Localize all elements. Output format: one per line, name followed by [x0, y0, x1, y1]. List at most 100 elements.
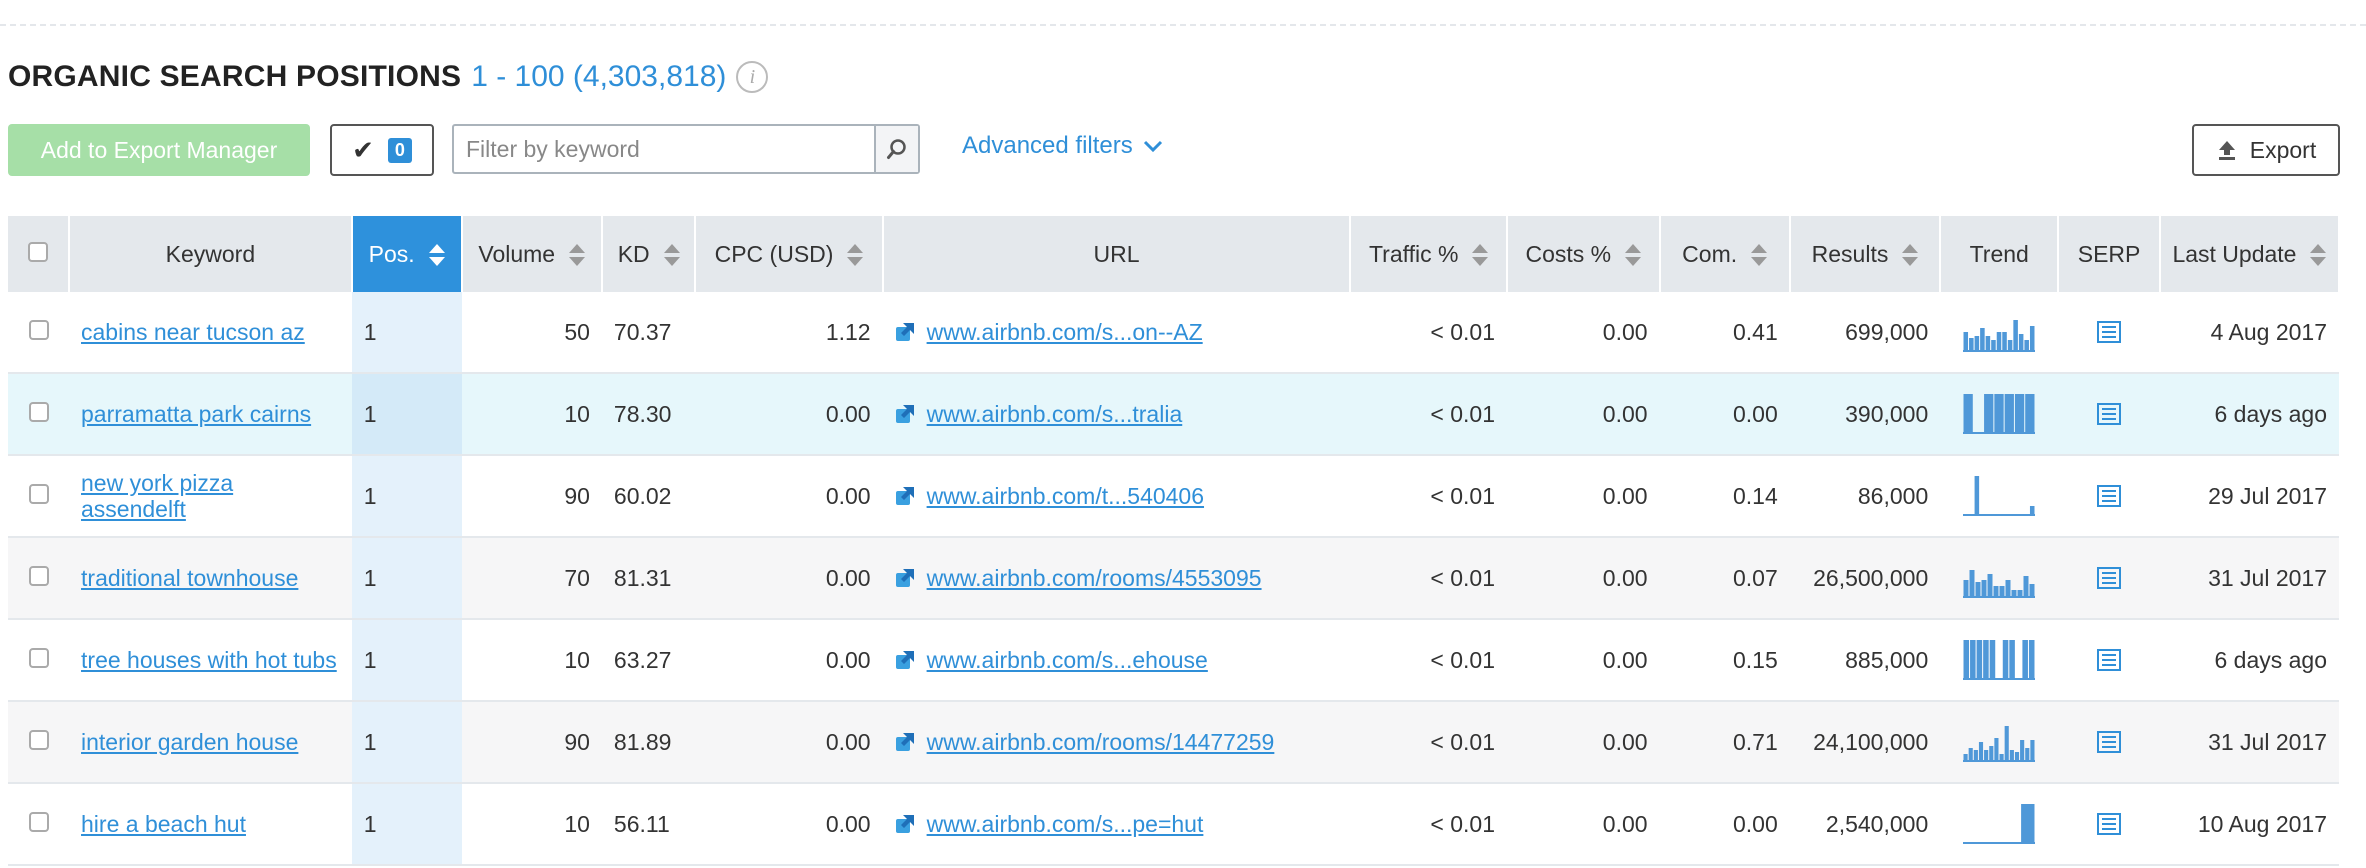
- add-to-export-manager-button[interactable]: Add to Export Manager: [8, 124, 310, 176]
- keyword-link[interactable]: tree houses with hot tubs: [81, 647, 337, 673]
- row-checkbox[interactable]: [28, 401, 49, 422]
- top-divider: [0, 24, 2366, 26]
- url-cell: www.airbnb.com/s...pe=hut: [882, 783, 1351, 866]
- sort-icon: [1902, 244, 1919, 267]
- serp-cell: [2058, 783, 2160, 866]
- trend-bar: [2015, 394, 2025, 434]
- keyword-link[interactable]: parramatta park cairns: [81, 401, 311, 427]
- kd-cell: 78.30: [601, 373, 696, 456]
- costs-cell: 0.00: [1507, 783, 1660, 866]
- keyword-link[interactable]: interior garden house: [81, 729, 298, 755]
- url-link[interactable]: www.airbnb.com/rooms/14477259: [927, 729, 1275, 756]
- url-link[interactable]: www.airbnb.com/s...ehouse: [927, 647, 1208, 674]
- trend-bar: [1963, 332, 1969, 352]
- advanced-filters-toggle[interactable]: Advanced filters: [962, 132, 1163, 160]
- keyword-link[interactable]: hire a beach hut: [81, 811, 246, 837]
- col-traffic[interactable]: Traffic %: [1350, 216, 1509, 292]
- volume-cell: 50: [461, 292, 602, 374]
- external-link-icon[interactable]: [895, 814, 915, 834]
- trend-bar: [2023, 576, 2029, 598]
- col-cpc[interactable]: CPC (USD): [695, 216, 884, 292]
- row-checkbox[interactable]: [28, 729, 49, 750]
- serp-list-icon[interactable]: [2097, 485, 2122, 507]
- serp-list-icon[interactable]: [2097, 321, 2122, 343]
- trend-bar: [1985, 514, 1991, 516]
- external-link-icon[interactable]: [895, 322, 915, 342]
- col-last-update-label: Last Update: [2172, 240, 2297, 267]
- trend-bar: [1969, 338, 1974, 352]
- traffic-cell: < 0.01: [1350, 619, 1508, 702]
- row-checkbox[interactable]: [28, 319, 49, 340]
- url-link[interactable]: www.airbnb.com/s...on--AZ: [927, 319, 1203, 346]
- row-select-cell: [8, 455, 70, 538]
- external-link-icon[interactable]: [895, 650, 915, 670]
- trend-bar: [1974, 336, 1980, 352]
- info-icon[interactable]: i: [736, 61, 769, 93]
- url-link[interactable]: www.airbnb.com/t...540406: [927, 483, 1204, 510]
- serp-list-icon[interactable]: [2097, 567, 2122, 589]
- external-link-icon[interactable]: [895, 568, 915, 588]
- volume-cell: 90: [461, 455, 602, 538]
- col-results[interactable]: Results: [1789, 216, 1942, 292]
- selected-rows-button[interactable]: ✔ 0: [330, 124, 434, 176]
- col-volume[interactable]: Volume: [461, 216, 603, 292]
- upload-icon: [2218, 141, 2235, 160]
- select-all-cell: [8, 216, 71, 292]
- select-all-checkbox[interactable]: [28, 241, 48, 262]
- trend-bar: [2022, 640, 2029, 680]
- pos-cell: 1: [351, 292, 462, 374]
- cpc-cell: 0.00: [695, 783, 883, 866]
- results-cell: 2,540,000: [1789, 783, 1941, 866]
- trend-bar: [2004, 726, 2010, 762]
- keyword-link[interactable]: new york pizza assendelft: [81, 470, 340, 522]
- volume-cell: 10: [461, 783, 602, 866]
- trend-bar: [2019, 334, 2024, 352]
- search-button[interactable]: [874, 126, 918, 172]
- row-checkbox[interactable]: [28, 565, 49, 586]
- last-update-cell: 6 days ago: [2159, 619, 2339, 702]
- trend-bar: [2024, 514, 2030, 516]
- results-cell: 86,000: [1789, 455, 1941, 538]
- serp-list-icon[interactable]: [2097, 649, 2122, 671]
- kd-cell: 60.02: [601, 455, 696, 538]
- trend-bar: [2029, 640, 2035, 680]
- last-update-cell: 31 Jul 2017: [2159, 701, 2339, 784]
- col-cpc-label: CPC (USD): [714, 240, 834, 267]
- row-checkbox[interactable]: [28, 483, 49, 504]
- volume-cell: 10: [461, 619, 602, 702]
- trend-bar: [1987, 574, 1993, 598]
- col-com[interactable]: Com.: [1659, 216, 1791, 292]
- search-icon: [887, 139, 906, 159]
- filter-keyword-input[interactable]: [454, 126, 874, 172]
- row-checkbox[interactable]: [28, 811, 49, 832]
- serp-list-icon[interactable]: [2097, 403, 2122, 425]
- external-link-icon[interactable]: [895, 404, 915, 424]
- col-pos[interactable]: Pos.: [351, 216, 463, 292]
- trend-bar: [2029, 584, 2035, 598]
- keyword-cell: traditional townhouse: [69, 537, 352, 620]
- sort-icon: [428, 244, 445, 267]
- trend-bar: [2005, 580, 2011, 598]
- col-kd[interactable]: KD: [601, 216, 697, 292]
- url-link[interactable]: www.airbnb.com/s...pe=hut: [927, 811, 1204, 838]
- url-link[interactable]: www.airbnb.com/rooms/4553095: [927, 565, 1262, 592]
- keyword-cell: tree houses with hot tubs: [69, 619, 352, 702]
- col-costs[interactable]: Costs %: [1507, 216, 1661, 292]
- col-pos-label: Pos.: [368, 240, 415, 267]
- serp-cell: [2058, 701, 2160, 784]
- col-last-update[interactable]: Last Update: [2159, 216, 2341, 292]
- row-checkbox[interactable]: [28, 647, 49, 668]
- export-button[interactable]: Export: [2192, 124, 2340, 176]
- keyword-link[interactable]: traditional townhouse: [81, 565, 298, 591]
- keyword-cell: parramatta park cairns: [69, 373, 352, 456]
- trend-cell: [1940, 619, 2059, 702]
- serp-list-icon[interactable]: [2097, 731, 2122, 753]
- external-link-icon[interactable]: [895, 486, 915, 506]
- costs-cell: 0.00: [1507, 537, 1660, 620]
- url-link[interactable]: www.airbnb.com/s...tralia: [927, 401, 1183, 428]
- kd-cell: 63.27: [601, 619, 696, 702]
- com-cell: 0.15: [1659, 619, 1790, 702]
- serp-list-icon[interactable]: [2097, 813, 2122, 835]
- external-link-icon[interactable]: [895, 732, 915, 752]
- keyword-link[interactable]: cabins near tucson az: [81, 319, 305, 345]
